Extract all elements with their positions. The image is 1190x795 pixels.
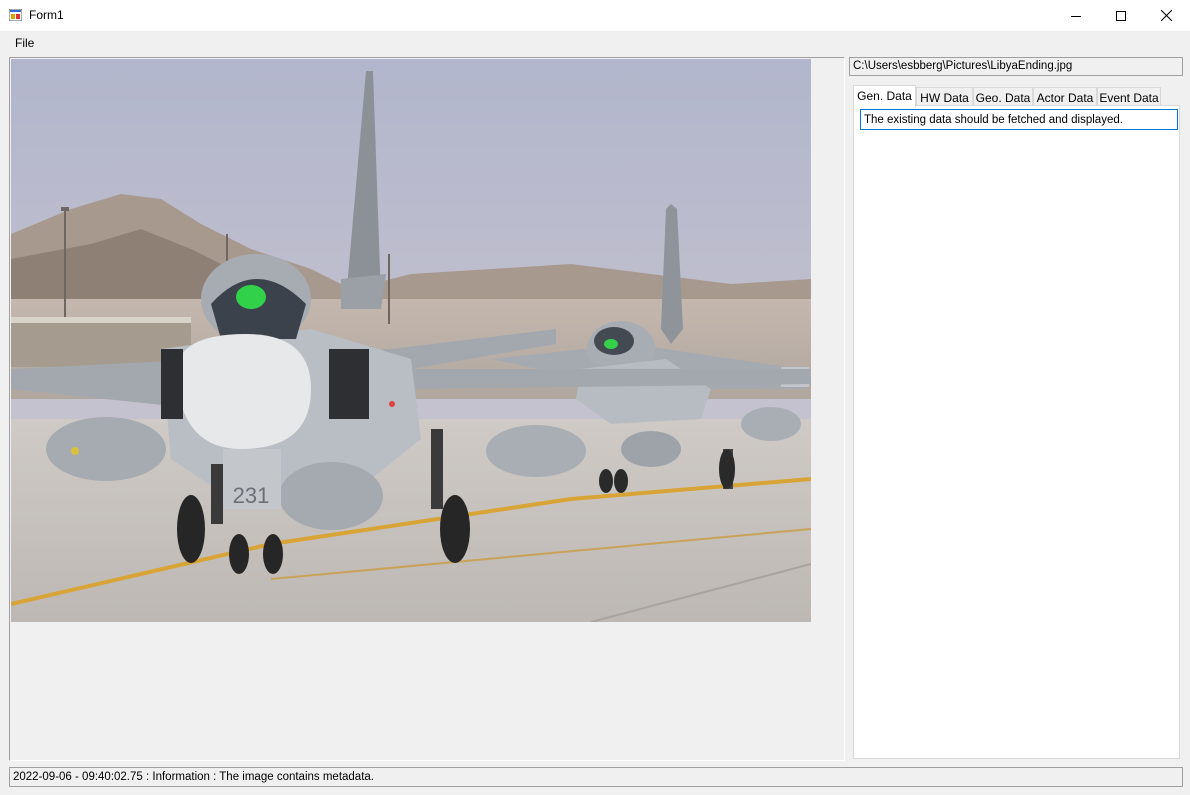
aircraft-photo: 231	[11, 59, 811, 622]
tab-event-data[interactable]: Event Data	[1097, 87, 1161, 106]
app-icon	[9, 9, 22, 21]
tab-gen-data[interactable]: Gen. Data	[853, 85, 916, 107]
tab-actor-data[interactable]: Actor Data	[1033, 87, 1097, 106]
tab-hw-data[interactable]: HW Data	[916, 87, 973, 106]
menu-bar: File	[0, 31, 1190, 53]
minimize-button[interactable]	[1053, 0, 1099, 31]
title-bar: Form1	[0, 0, 1190, 32]
minimize-icon	[1071, 15, 1081, 17]
gen-data-tab-page	[853, 105, 1180, 759]
menu-file[interactable]: File	[15, 36, 34, 50]
maximize-button[interactable]	[1098, 0, 1144, 31]
image-panel: 231	[9, 57, 845, 761]
tab-geo-data[interactable]: Geo. Data	[973, 87, 1033, 106]
status-bar: 2022-09-06 - 09:40:02.75 : Information :…	[9, 767, 1183, 787]
close-button[interactable]	[1143, 0, 1189, 31]
close-icon	[1160, 10, 1172, 21]
gen-data-text-field[interactable]	[860, 109, 1178, 130]
tail-number: 231	[233, 483, 270, 508]
file-path-box: C:\Users\esbberg\Pictures\LibyaEnding.jp…	[849, 57, 1183, 76]
maximize-icon	[1116, 10, 1126, 21]
window-title: Form1	[29, 8, 64, 22]
